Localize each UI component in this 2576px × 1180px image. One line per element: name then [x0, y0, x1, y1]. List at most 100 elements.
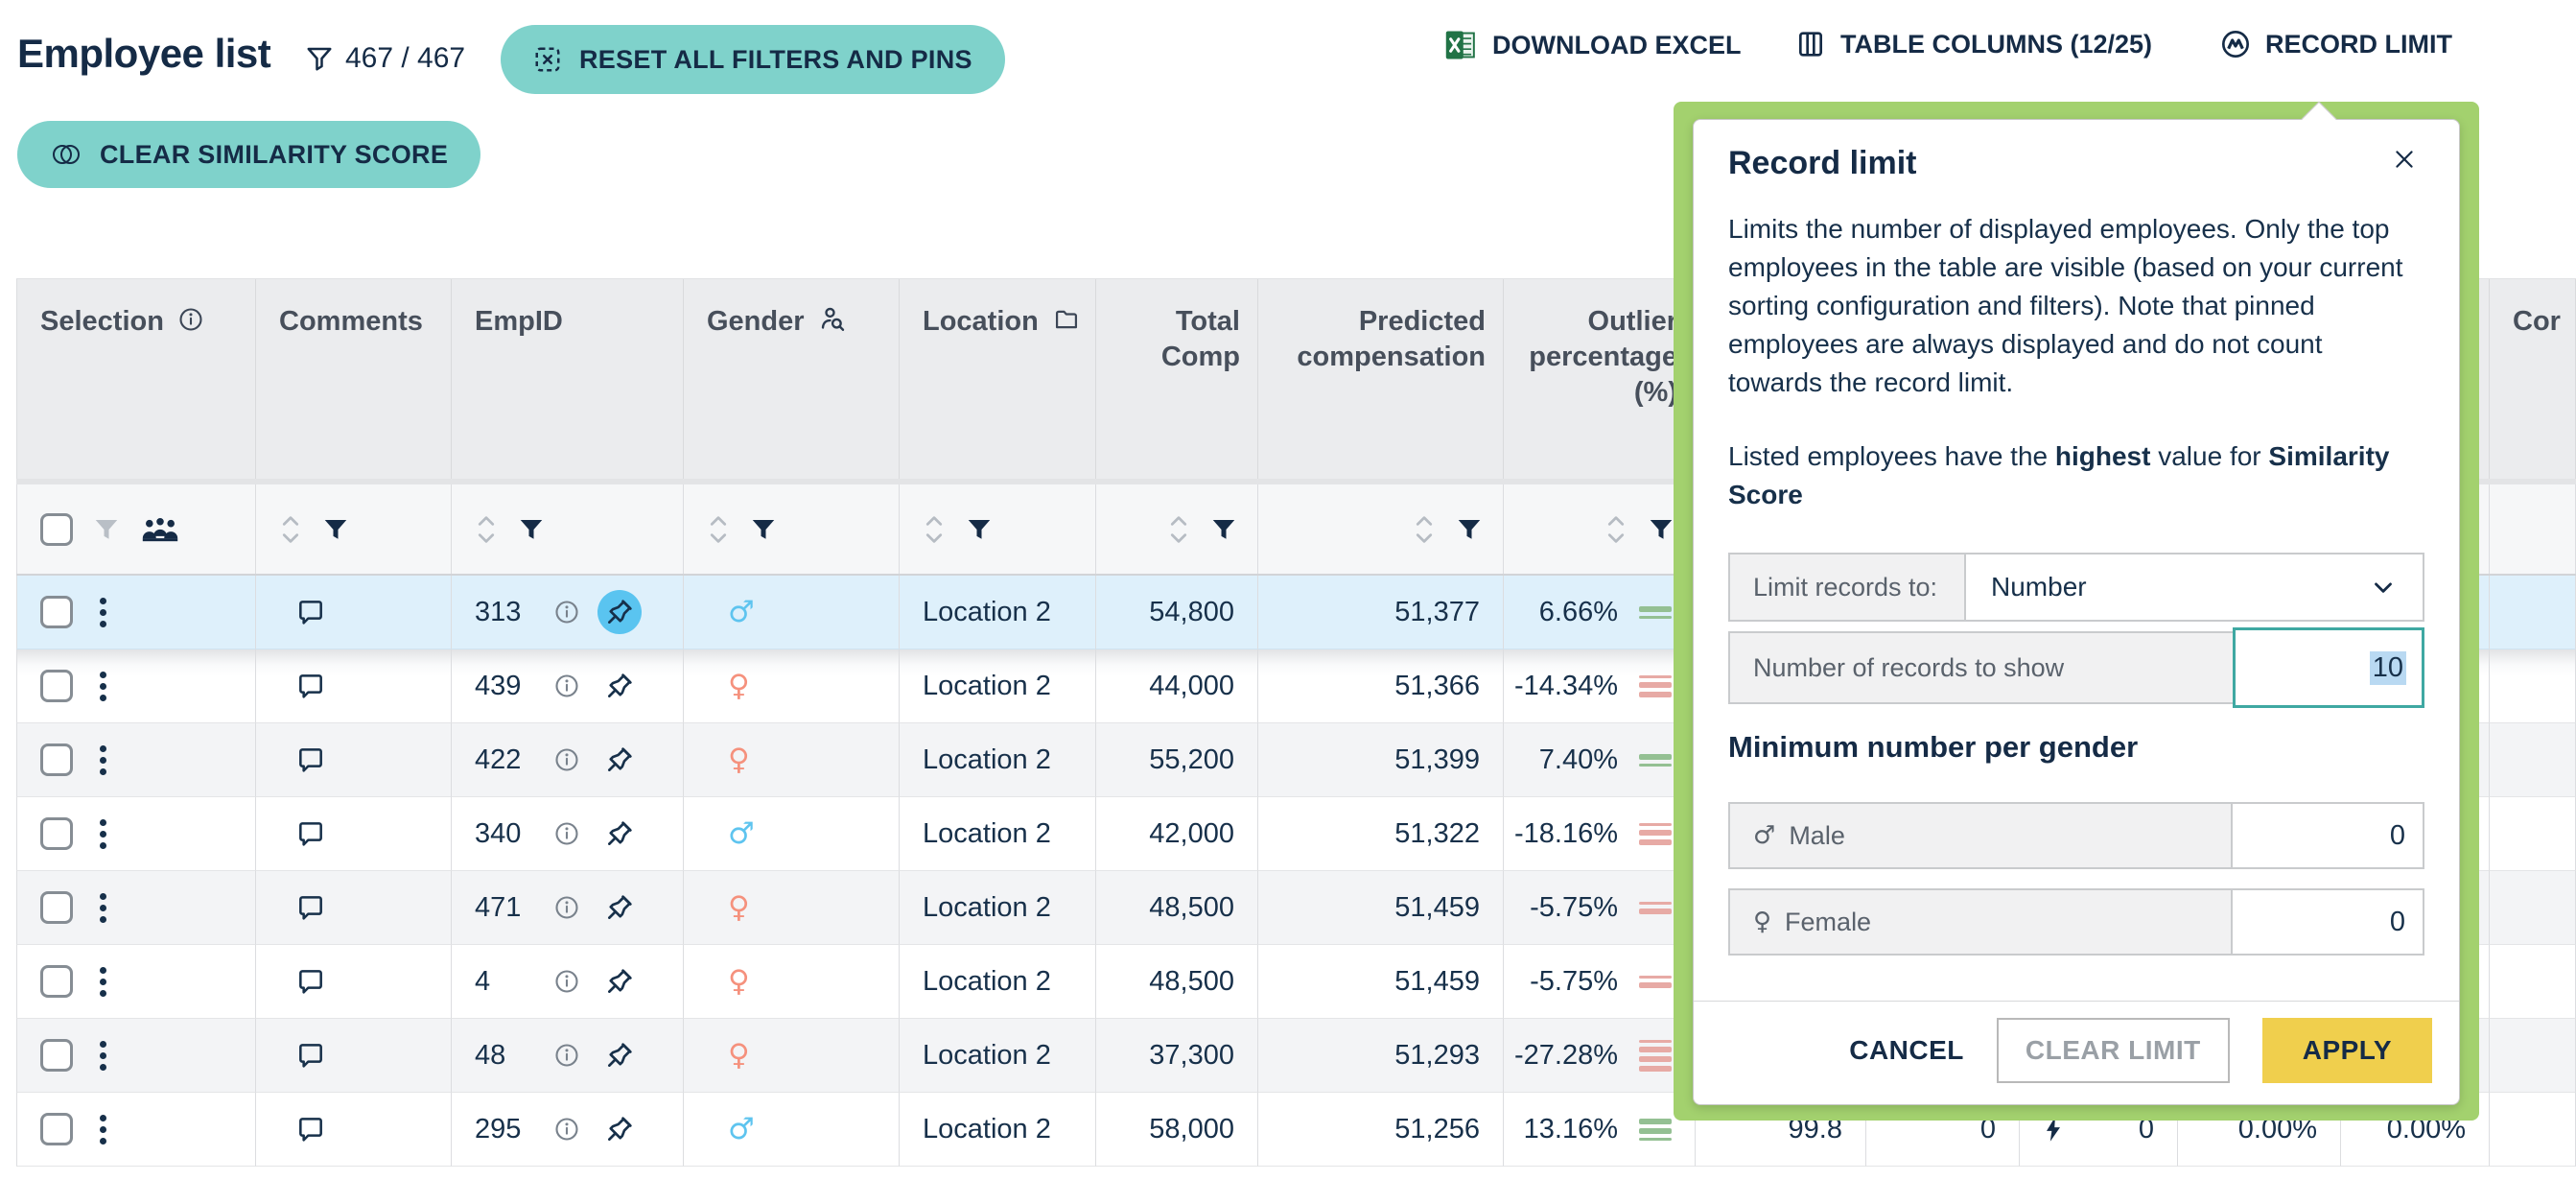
info-icon[interactable] — [553, 1042, 580, 1069]
filter-funnel-icon[interactable] — [1647, 514, 1675, 545]
info-icon[interactable] — [553, 1116, 580, 1143]
comment-icon[interactable] — [294, 744, 327, 775]
empid-value: 471 — [475, 892, 536, 924]
pin-icon[interactable] — [597, 664, 642, 708]
row-checkbox[interactable] — [40, 891, 73, 924]
comment-icon[interactable] — [294, 671, 327, 701]
info-icon[interactable] — [553, 894, 580, 921]
select-all-checkbox[interactable] — [40, 513, 73, 546]
info-icon[interactable] — [553, 673, 580, 699]
male-minimum-value: 0 — [2390, 820, 2405, 852]
sort-icon[interactable] — [279, 512, 302, 547]
row-menu-kebab-icon[interactable] — [90, 742, 116, 779]
download-excel-button[interactable]: DOWNLOAD EXCEL — [1443, 29, 1742, 61]
filter-funnel-icon[interactable] — [1455, 514, 1484, 545]
column-header-selection[interactable]: Selection — [16, 279, 256, 479]
selection-cell — [16, 945, 256, 1019]
row-checkbox[interactable] — [40, 1113, 73, 1145]
cancel-button[interactable]: CANCEL — [1849, 1035, 1964, 1066]
row-menu-kebab-icon[interactable] — [90, 1037, 116, 1074]
comment-icon[interactable] — [294, 1040, 327, 1071]
comment-icon[interactable] — [294, 892, 327, 923]
sort-icon[interactable] — [1413, 512, 1436, 547]
location-cell: Location 2 — [900, 871, 1096, 945]
column-header-location[interactable]: Location — [900, 279, 1096, 479]
limit-type-select[interactable]: Number — [1966, 555, 2423, 620]
row-checkbox[interactable] — [40, 1039, 73, 1072]
record-limit-button[interactable]: RECORD LIMIT — [2220, 29, 2452, 59]
row-checkbox[interactable] — [40, 596, 73, 628]
row-menu-kebab-icon[interactable] — [90, 963, 116, 1001]
filter-funnel-icon[interactable] — [749, 514, 778, 545]
outlier-bars-icon — [1639, 754, 1672, 767]
row-menu-kebab-icon[interactable] — [90, 668, 116, 705]
column-header-label: Predicted compensation — [1281, 304, 1486, 375]
reset-all-filters-button[interactable]: RESET ALL FILTERS AND PINS — [501, 25, 1005, 94]
row-checkbox[interactable] — [40, 817, 73, 850]
sort-icon[interactable] — [1167, 512, 1190, 547]
row-menu-kebab-icon[interactable] — [90, 594, 116, 631]
cor-cell — [2490, 1093, 2576, 1167]
male-icon: ♂ — [1753, 821, 1775, 850]
comment-icon[interactable] — [294, 597, 327, 627]
filter-cell-total_comp — [1096, 484, 1258, 574]
filter-funnel-icon[interactable] — [965, 514, 994, 545]
male-minimum-input[interactable]: 0 — [2231, 804, 2423, 867]
column-header-outlier[interactable]: Outlier percentage (%) — [1504, 279, 1696, 479]
total-comp-value: 37,300 — [1149, 1040, 1234, 1072]
pin-icon[interactable] — [597, 1033, 642, 1077]
comment-icon[interactable] — [294, 818, 327, 849]
comment-icon[interactable] — [294, 966, 327, 997]
pin-icon[interactable] — [597, 959, 642, 1003]
clear-similarity-score-button[interactable]: CLEAR SIMILARITY SCORE — [17, 121, 480, 188]
column-header-gender[interactable]: Gender — [684, 279, 900, 479]
pin-icon[interactable] — [597, 885, 642, 930]
pin-icon[interactable] — [597, 590, 642, 634]
outlier-value: 6.66% — [1539, 597, 1618, 628]
sort-icon[interactable] — [1604, 512, 1628, 547]
filter-funnel-icon[interactable] — [321, 514, 350, 545]
row-checkbox[interactable] — [40, 965, 73, 998]
column-header-empid[interactable]: EmpID — [452, 279, 684, 479]
apply-button[interactable]: APPLY — [2262, 1018, 2432, 1083]
records-count-input[interactable]: 10 — [2233, 627, 2424, 708]
info-icon[interactable] — [553, 968, 580, 995]
clear-limit-button[interactable]: CLEAR LIMIT — [1997, 1018, 2230, 1083]
pin-icon[interactable] — [597, 1107, 642, 1151]
sort-icon[interactable] — [475, 512, 498, 547]
empid-value: 422 — [475, 744, 536, 776]
info-icon[interactable] — [553, 820, 580, 847]
column-header-total_comp[interactable]: Total Comp — [1096, 279, 1258, 479]
row-menu-kebab-icon[interactable] — [90, 889, 116, 927]
location-cell: Location 2 — [900, 649, 1096, 723]
selection-filter-icon[interactable] — [92, 514, 121, 545]
filter-funnel-icon[interactable] — [517, 514, 546, 545]
sort-icon[interactable] — [923, 512, 946, 547]
table-columns-button[interactable]: TABLE COLUMNS (12/25) — [1795, 29, 2152, 59]
row-menu-kebab-icon[interactable] — [90, 815, 116, 853]
pin-icon[interactable] — [597, 812, 642, 856]
gender-cell: ♂ — [684, 1093, 900, 1167]
filter-funnel-icon[interactable] — [1209, 514, 1238, 545]
row-menu-kebab-icon[interactable] — [90, 1111, 116, 1148]
comment-icon[interactable] — [294, 1114, 327, 1145]
female-minimum-input[interactable]: 0 — [2231, 890, 2423, 954]
location-cell: Location 2 — [900, 945, 1096, 1019]
location-cell: Location 2 — [900, 723, 1096, 797]
info-icon[interactable] — [553, 599, 580, 625]
person-search-icon — [818, 306, 847, 335]
empid-cell: 313 — [452, 576, 684, 649]
column-header-predicted[interactable]: Predicted compensation — [1258, 279, 1504, 479]
total-comp-cell: 42,000 — [1096, 797, 1258, 871]
row-checkbox[interactable] — [40, 743, 73, 776]
column-header-comments[interactable]: Comments — [256, 279, 452, 479]
people-group-icon[interactable] — [140, 515, 180, 544]
info-icon[interactable] — [553, 746, 580, 773]
close-icon[interactable] — [2386, 141, 2423, 177]
predicted-comp-value: 51,366 — [1394, 671, 1480, 702]
pin-icon[interactable] — [597, 738, 642, 782]
row-checkbox[interactable] — [40, 670, 73, 702]
limit-type-row: Limit records to: Number — [1728, 553, 2424, 622]
column-header-cor[interactable]: Cor — [2490, 279, 2576, 479]
sort-icon[interactable] — [707, 512, 730, 547]
